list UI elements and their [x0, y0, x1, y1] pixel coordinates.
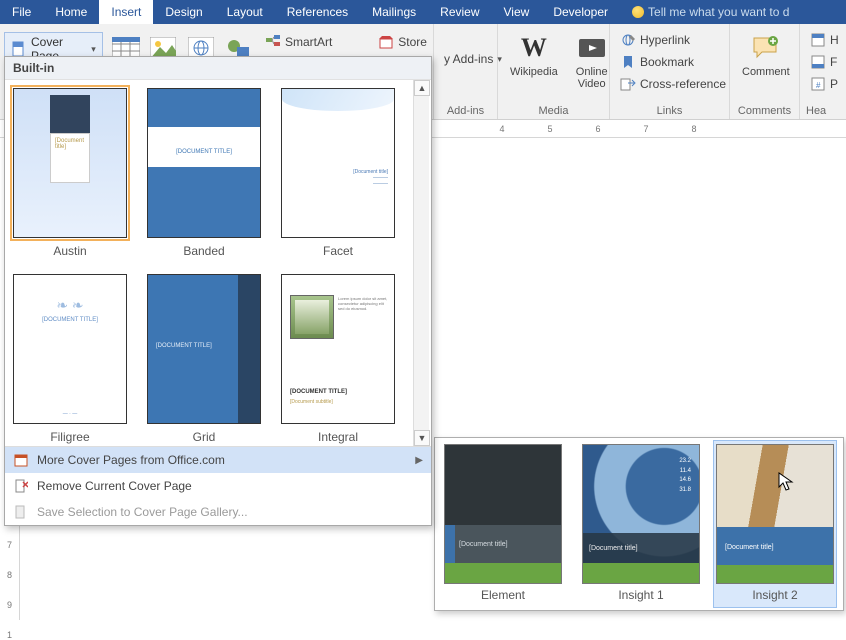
hyperlink-icon [620, 32, 636, 48]
gallery-item-integral[interactable]: Lorem ipsum dolor sit amet, consectetur … [281, 274, 395, 444]
links-group-label: Links [616, 103, 723, 119]
header-icon [810, 32, 826, 48]
gallery-item-label: Insight 1 [618, 584, 663, 602]
tab-file[interactable]: File [0, 0, 43, 24]
tab-mailings[interactable]: Mailings [360, 0, 428, 24]
gallery-item-austin[interactable]: [Document title] Austin [13, 88, 127, 258]
footer-button[interactable]: F [806, 52, 841, 72]
gallery-section-header: Built-in [5, 57, 431, 80]
footer-icon [810, 54, 826, 70]
media-group-label: Media [504, 103, 603, 119]
smartart-button[interactable]: SmartArt [261, 32, 336, 52]
ribbon-tab-strip: File Home Insert Design Layout Reference… [0, 0, 846, 24]
tab-references[interactable]: References [275, 0, 360, 24]
gallery-item-grid[interactable]: [DOCUMENT TITLE] Grid [147, 274, 261, 444]
gallery-grid: [Document title] Austin [DOCUMENT TITLE]… [5, 80, 431, 446]
store-button[interactable]: Store [374, 32, 431, 52]
gallery-item-facet[interactable]: [Document title]—————— Facet [281, 88, 395, 258]
mouse-cursor-icon [778, 472, 794, 492]
save-selection-label: Save Selection to Cover Page Gallery... [37, 505, 248, 519]
comment-label: Comment [742, 66, 790, 78]
gallery-scrollbar[interactable]: ▲ ▼ [413, 80, 429, 446]
tab-developer[interactable]: Developer [541, 0, 620, 24]
hyperlink-button[interactable]: Hyperlink [616, 30, 694, 50]
more-cover-pages-label: More Cover Pages from Office.com [37, 453, 225, 467]
gallery-item-label: Filigree [50, 424, 89, 444]
cross-reference-icon [620, 76, 636, 92]
gallery-item-label: Element [481, 584, 525, 602]
cover-page-icon [11, 41, 27, 57]
addins-group-label: Add-ins [440, 103, 491, 119]
gallery-footer: More Cover Pages from Office.com ▶ Remov… [5, 446, 431, 525]
submenu-arrow-icon: ▶ [415, 455, 423, 466]
online-video-button[interactable]: Online Video [570, 30, 614, 92]
office-com-cover-pages-flyout: [Document title] Element 23.211.414.631.… [434, 437, 844, 611]
comment-button[interactable]: Comment [736, 30, 796, 80]
gallery-item-label: Banded [183, 238, 224, 258]
my-addins-button[interactable]: y Add-ins ▾ [440, 50, 506, 68]
svg-text:#: # [816, 81, 821, 90]
gallery-item-label: Insight 2 [752, 584, 797, 602]
lightbulb-icon [632, 6, 644, 18]
chevron-down-icon: ▾ [91, 44, 96, 55]
gallery-item-label: Austin [53, 238, 86, 258]
bookmark-button[interactable]: Bookmark [616, 52, 698, 72]
gallery-item-label: Integral [318, 424, 358, 444]
remove-cover-page-label: Remove Current Cover Page [37, 479, 192, 493]
gallery-item-filigree[interactable]: ❧ ❧[DOCUMENT TITLE]— · — Filigree [13, 274, 127, 444]
tab-design[interactable]: Design [153, 0, 214, 24]
tab-insert[interactable]: Insert [99, 0, 153, 24]
wikipedia-label: Wikipedia [510, 66, 558, 78]
headerfooter-group-label: Hea [806, 103, 834, 119]
cover-page-gallery: Built-in [Document title] Austin [DOCUME… [4, 56, 432, 526]
bookmark-icon [620, 54, 636, 70]
save-selection-menu: Save Selection to Cover Page Gallery... [5, 499, 431, 525]
wikipedia-icon: W [518, 32, 550, 64]
save-gallery-icon [13, 504, 29, 520]
bookmark-label: Bookmark [640, 55, 694, 69]
smartart-label: SmartArt [285, 35, 332, 49]
tell-me-label: Tell me what you want to d [648, 5, 789, 19]
gallery-item-element[interactable]: [Document title] Element [441, 444, 565, 604]
comments-group-label: Comments [736, 103, 793, 119]
gallery-item-label: Grid [193, 424, 216, 444]
tab-view[interactable]: View [492, 0, 542, 24]
remove-page-icon [13, 478, 29, 494]
online-video-icon [576, 32, 608, 64]
hyperlink-label: Hyperlink [640, 33, 690, 47]
tab-layout[interactable]: Layout [215, 0, 275, 24]
smartart-icon [265, 34, 281, 50]
page-number-icon: # [810, 76, 826, 92]
comment-icon [750, 32, 782, 64]
scroll-down-icon[interactable]: ▼ [414, 430, 430, 446]
gallery-item-insight-2[interactable]: [Document title] Insight 2 [713, 440, 837, 608]
wikipedia-button[interactable]: W Wikipedia [504, 30, 564, 80]
store-label: Store [398, 35, 427, 49]
office-icon [13, 452, 29, 468]
store-icon [378, 34, 394, 50]
tell-me-search[interactable]: Tell me what you want to d [620, 0, 789, 24]
gallery-item-label: Facet [323, 238, 353, 258]
gallery-item-banded[interactable]: [DOCUMENT TITLE] Banded [147, 88, 261, 258]
page-number-button[interactable]: #P [806, 74, 842, 94]
header-button[interactable]: H [806, 30, 843, 50]
online-video-label: Online Video [576, 66, 608, 90]
cross-reference-label: Cross-reference [640, 77, 726, 91]
more-cover-pages-menu[interactable]: More Cover Pages from Office.com ▶ [5, 447, 431, 473]
tab-review[interactable]: Review [428, 0, 491, 24]
gallery-item-insight-1[interactable]: 23.211.414.631.8[Document title] Insight… [579, 444, 703, 604]
scroll-up-icon[interactable]: ▲ [414, 80, 430, 96]
tab-home[interactable]: Home [43, 0, 99, 24]
my-addins-label: y Add-ins [444, 52, 493, 66]
remove-cover-page-menu[interactable]: Remove Current Cover Page [5, 473, 431, 499]
cross-reference-button[interactable]: Cross-reference [616, 74, 730, 94]
